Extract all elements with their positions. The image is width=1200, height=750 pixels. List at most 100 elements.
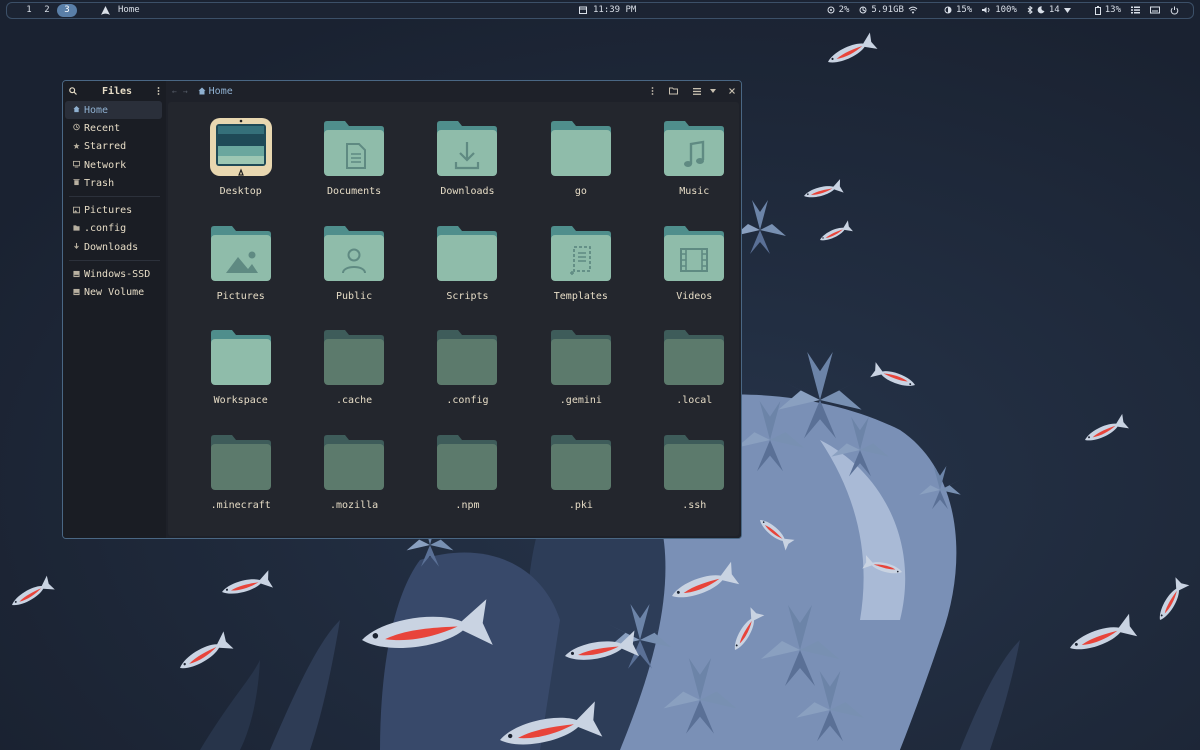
bluetooth-indicator[interactable]: 14 (1027, 5, 1071, 15)
active-window-label: Home (118, 5, 140, 15)
file-name: .ssh (682, 500, 707, 512)
file-item[interactable]: Documents (297, 116, 410, 221)
sidebar-item-label: Pictures (84, 205, 133, 217)
list-view-icon[interactable] (693, 87, 701, 95)
templates-folder-icon (548, 221, 614, 287)
file-name: Music (679, 186, 710, 197)
bluetooth-icon (1027, 6, 1033, 14)
sidebar-list: Home Recent Starred Network Trash Pictures .co… (63, 101, 166, 302)
file-name: .cache (336, 395, 373, 407)
downloads-folder-icon (434, 116, 500, 182)
file-name: .npm (455, 500, 480, 512)
file-name: Downloads (440, 186, 495, 197)
file-item[interactable]: Downloads (411, 116, 524, 221)
home-icon (198, 87, 206, 95)
battery-indicator[interactable]: 13% (1094, 5, 1121, 15)
public-folder-icon (321, 221, 387, 287)
forward-button[interactable]: → (183, 87, 188, 96)
file-item[interactable]: Public (297, 221, 410, 326)
calendar-icon (579, 6, 587, 14)
sidebar: Files Home Recent Starred Network Trash Pictu… (63, 81, 166, 538)
sidebar-item-starred[interactable]: Starred (65, 138, 162, 156)
file-item[interactable]: Desktop (184, 116, 297, 221)
download-icon (73, 242, 80, 252)
kebab-menu-icon[interactable] (157, 87, 160, 95)
sidebar-item-label: Home (84, 104, 109, 116)
sidebar-item-trash[interactable]: Trash (65, 174, 162, 192)
kebab-menu-icon[interactable] (651, 87, 654, 95)
file-item[interactable]: .gemini (524, 325, 637, 430)
sidebar-header: Files (63, 81, 166, 101)
sidebar-item-config[interactable]: .config (65, 220, 162, 238)
file-name: Videos (676, 290, 713, 302)
battery-icon (1094, 5, 1101, 15)
folder-icon (548, 116, 614, 182)
files-window: Files Home Recent Starred Network Trash Pictu… (62, 80, 742, 539)
top-panel: 1 2 3 Home 11:39 PM 2% 5.91GB 15% 100% 1… (6, 2, 1194, 19)
clock[interactable]: 11:39 PM (579, 5, 636, 15)
keyboard-icon[interactable] (1150, 6, 1160, 14)
night-mode-icon (1037, 6, 1045, 14)
file-item[interactable]: .mozilla (297, 430, 410, 535)
file-item[interactable]: .minecraft (184, 430, 297, 535)
volume-icon (982, 7, 990, 13)
brightness-value: 15% (955, 5, 973, 15)
folder-icon (208, 325, 274, 391)
file-item[interactable]: .local (638, 325, 741, 430)
sidebar-item-new-volume[interactable]: New Volume (65, 284, 162, 302)
header-tools (651, 87, 735, 95)
workspace-3-button[interactable]: 3 (57, 4, 77, 17)
file-item[interactable]: Scripts (411, 221, 524, 326)
memory-value: 5.91GB (871, 5, 904, 15)
sidebar-item-label: Network (84, 159, 127, 171)
file-item[interactable]: .ssh (638, 430, 741, 535)
wifi-icon (908, 6, 918, 14)
list-icon[interactable] (1131, 6, 1140, 14)
file-item[interactable]: go (524, 116, 637, 221)
file-item[interactable]: Videos (638, 221, 741, 326)
close-icon[interactable] (729, 88, 735, 94)
file-name: Documents (326, 186, 382, 197)
search-icon[interactable] (69, 87, 77, 95)
file-item[interactable]: .pki (524, 430, 637, 535)
folder-icon (434, 325, 500, 391)
sidebar-item-recent[interactable]: Recent (65, 119, 162, 137)
sidebar-item-windows-ssd[interactable]: Windows-SSD (65, 265, 162, 283)
file-item[interactable]: .npm (411, 430, 524, 535)
power-icon[interactable] (1170, 6, 1179, 15)
breadcrumb[interactable]: Home (198, 86, 233, 97)
memory-indicator[interactable]: 5.91GB (859, 5, 918, 15)
sidebar-item-network[interactable]: Network (65, 156, 162, 174)
sidebar-item-pictures[interactable]: Pictures (65, 201, 162, 219)
file-name: .local (676, 395, 713, 407)
file-name: Public (336, 290, 373, 302)
sidebar-item-home[interactable]: Home (65, 101, 162, 120)
file-item[interactable]: Pictures (184, 221, 297, 326)
file-item[interactable]: Music (638, 116, 741, 221)
active-window-title[interactable]: Home (101, 5, 140, 15)
file-item[interactable]: Templates (524, 221, 637, 326)
arch-logo-icon (101, 5, 110, 15)
volume-indicator[interactable]: 100% (982, 5, 1017, 15)
chevron-down-icon[interactable] (710, 89, 716, 93)
brightness-indicator[interactable]: 15% (944, 5, 972, 15)
file-name: Templates (553, 290, 608, 302)
file-item[interactable]: Workspace (184, 325, 297, 430)
workspace-2-button[interactable]: 2 (39, 4, 55, 17)
new-folder-icon[interactable] (669, 87, 678, 95)
back-button[interactable]: ← (172, 87, 177, 96)
file-name: Pictures (216, 290, 265, 302)
file-name: .gemini (559, 395, 602, 407)
folder-icon (434, 430, 500, 496)
videos-folder-icon (661, 221, 727, 287)
folder-icon (548, 430, 614, 496)
sidebar-item-downloads[interactable]: Downloads (65, 238, 162, 256)
clock-label: 11:39 PM (593, 5, 637, 15)
cpu-indicator[interactable]: 2% (827, 5, 849, 15)
pictures-folder-icon (208, 221, 274, 287)
file-item[interactable]: .cache (297, 325, 410, 430)
memory-icon (859, 6, 867, 14)
file-item[interactable]: .config (411, 325, 524, 430)
network-icon (73, 160, 80, 170)
workspace-1-button[interactable]: 1 (21, 4, 37, 17)
